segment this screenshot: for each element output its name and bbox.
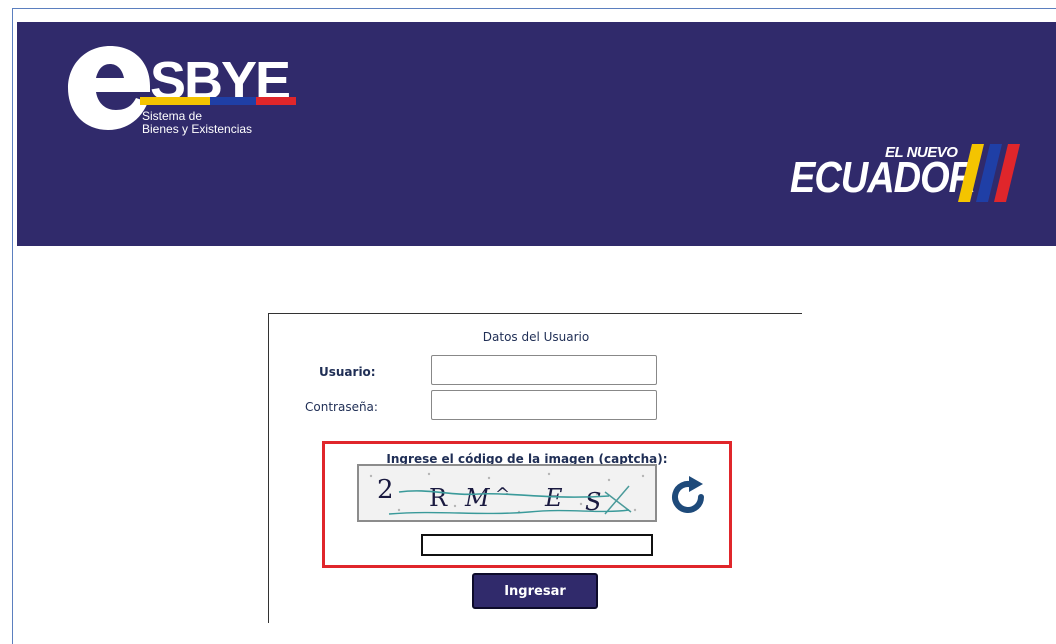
brand-color-bar: [140, 97, 296, 105]
svg-text:M: M: [464, 484, 491, 512]
el-nuevo-ecuador-logo: EL NUEVO ECUADOR: [790, 140, 1030, 210]
svg-text:E: E: [544, 484, 563, 512]
svg-text:R: R: [429, 484, 448, 512]
flag-stripes-icon: [958, 144, 1020, 202]
refresh-captcha-icon[interactable]: [665, 474, 711, 520]
brand-subtitle-line2: Bienes y Existencias: [142, 122, 253, 136]
ecuador-text: ECUADOR: [790, 154, 976, 203]
password-input[interactable]: [431, 390, 657, 420]
svg-text:2: 2: [377, 475, 394, 505]
captcha-image: 2 R M ^ E S: [357, 464, 657, 522]
captcha-section: Ingrese el código de la imagen (captcha)…: [322, 441, 732, 568]
captcha-input[interactable]: [421, 534, 653, 556]
usuario-input[interactable]: [431, 355, 657, 385]
usuario-label: Usuario:: [319, 365, 376, 379]
password-label: Contraseña:: [305, 400, 378, 414]
ingresar-button[interactable]: Ingresar: [472, 573, 598, 609]
panel-title: Datos del Usuario: [482, 330, 590, 344]
brand-subtitle: Sistema de Bienes y Existencias: [142, 110, 252, 136]
